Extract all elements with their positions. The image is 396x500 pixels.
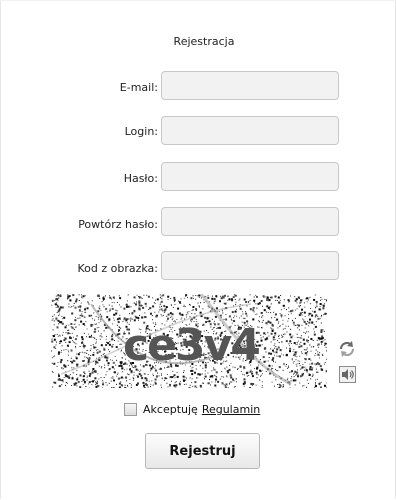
- password-label: Hasło:: [123, 172, 158, 185]
- email-label: E-mail:: [119, 81, 158, 94]
- page-title: Rejestracja: [173, 35, 235, 48]
- login-label: Login:: [124, 125, 158, 138]
- email-field[interactable]: [161, 71, 339, 100]
- accept-checkbox[interactable]: [124, 403, 137, 416]
- password-field[interactable]: [161, 162, 339, 191]
- captcha-code-label: Kod z obrazka:: [77, 262, 158, 275]
- register-button[interactable]: Rejestruj: [145, 433, 260, 469]
- accept-label: Akceptuję: [143, 403, 198, 416]
- refresh-icon[interactable]: [338, 340, 356, 358]
- captcha-code-field[interactable]: [161, 251, 339, 280]
- repeat-password-field[interactable]: [161, 207, 339, 236]
- repeat-password-label: Powtórz hasło:: [78, 218, 158, 231]
- captcha-text: ce3v4: [123, 320, 259, 371]
- captcha-noise: ce3v4: [51, 294, 327, 388]
- accept-terms: Akceptuję Regulamin: [124, 403, 260, 416]
- login-field[interactable]: [161, 116, 339, 145]
- terms-link[interactable]: Regulamin: [202, 403, 260, 416]
- captcha-image: ce3v4: [51, 294, 327, 388]
- audio-icon[interactable]: [339, 366, 356, 383]
